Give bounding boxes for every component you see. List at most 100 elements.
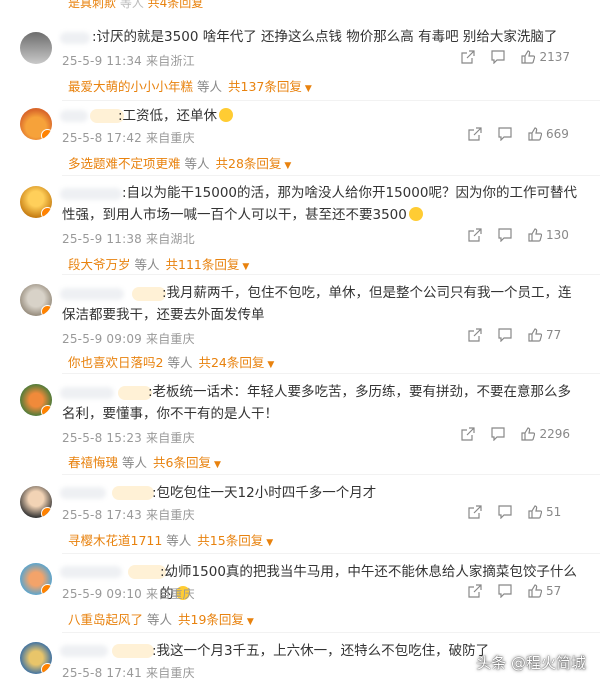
like-button[interactable]: 2296: [521, 427, 570, 441]
reply-user-name[interactable]: 是真刺欺: [68, 0, 116, 10]
reply-etc: 等人: [134, 257, 160, 272]
reply-count[interactable]: 共15条回复: [197, 533, 263, 548]
comment-meta: 25-5-8 17:42 来自重庆: [62, 131, 195, 145]
reply-link[interactable]: 春禧悔瑰 等人 共6条回复 ▼: [68, 452, 221, 471]
chevron-down-icon: ▼: [304, 84, 312, 94]
share-icon: [468, 127, 482, 141]
comment-meta: 25-5-8 17:41 来自重庆: [62, 666, 195, 680]
reply-user-name[interactable]: 最爱大萌的小小小年糕: [68, 79, 193, 94]
comment-text: :工资低，还单休: [118, 105, 580, 127]
verified-badge-icon: [41, 507, 52, 518]
share-button[interactable]: [468, 127, 482, 141]
avatar[interactable]: [20, 563, 52, 595]
avatar[interactable]: [20, 642, 52, 674]
reply-link[interactable]: 你也喜欢日落吗2 等人 共24条回复 ▼: [68, 352, 274, 371]
reply-link[interactable]: 段大爷万岁 等人 共111条回复 ▼: [68, 254, 249, 273]
reply-link-top[interactable]: 是真刺欺 等人 共4条回复: [68, 0, 203, 11]
comment-text: :讨厌的就是3500 啥年代了 还挣这么点钱 物价那么高 有毒吧 别给大家洗脑了: [92, 29, 558, 45]
comment-actions: 57: [452, 584, 570, 598]
reply-user-name[interactable]: 寻樱木花道1711: [68, 533, 162, 548]
share-icon: [468, 328, 482, 342]
comment-icon: [491, 50, 506, 64]
reply-link[interactable]: 多选题难不定项更难 等人 共28条回复 ▼: [68, 153, 291, 172]
avatar[interactable]: [20, 186, 52, 218]
comment-button[interactable]: [498, 328, 512, 342]
comment-text: :幼师1500真的把我当牛马用，中午还不能休息给人家摘菜包饺子什么的: [160, 564, 577, 602]
comment-meta: 25-5-8 15:23 来自重庆: [62, 431, 195, 445]
comment-actions: 669: [452, 127, 570, 141]
thumbs-up-icon: [521, 50, 536, 64]
like-button[interactable]: 2137: [521, 50, 570, 64]
comment-meta: 25-5-9 09:10 来自重庆: [62, 587, 195, 601]
reply-user-name[interactable]: 段大爷万岁: [68, 257, 131, 272]
comment-button[interactable]: [491, 50, 506, 64]
like-count: 57: [546, 584, 562, 598]
comment-icon: [498, 328, 512, 342]
avatar[interactable]: [20, 108, 52, 140]
comment-icon: [491, 427, 506, 441]
chevron-down-icon: ▼: [213, 460, 221, 470]
like-button[interactable]: 130: [528, 228, 570, 242]
comment-button[interactable]: [491, 427, 506, 441]
reply-etc: 等人: [147, 612, 173, 627]
share-button[interactable]: [461, 50, 476, 64]
avatar[interactable]: [20, 32, 52, 64]
share-button[interactable]: [468, 505, 482, 519]
share-button[interactable]: [461, 427, 476, 441]
like-button[interactable]: 57: [528, 584, 570, 598]
share-icon: [468, 228, 482, 242]
divider: [62, 100, 600, 101]
reply-user-name[interactable]: 多选题难不定项更难: [68, 156, 181, 171]
comment-button[interactable]: [498, 584, 512, 598]
divider: [62, 274, 600, 275]
like-button[interactable]: 669: [528, 127, 570, 141]
reply-user-name[interactable]: 春禧悔瑰: [68, 455, 118, 470]
chevron-down-icon: ▼: [242, 262, 250, 272]
reply-user-name[interactable]: 你也喜欢日落吗2: [68, 355, 163, 370]
reply-count[interactable]: 共111条回复: [166, 257, 240, 272]
comment-button[interactable]: [498, 127, 512, 141]
comment-text: :自以为能干15000的活，那为啥没人给你开15000呢？因为你的工作可替代性强…: [62, 185, 577, 223]
reply-user-name[interactable]: 八重岛起风了: [68, 612, 143, 627]
like-count: 2296: [539, 427, 570, 441]
username-redacted[interactable]: [60, 487, 106, 499]
reply-count[interactable]: 共6条回复: [153, 455, 211, 470]
comment-actions: 77: [452, 328, 570, 342]
avatar[interactable]: [20, 284, 52, 316]
thumbs-up-icon: [521, 427, 536, 441]
divider: [62, 373, 600, 374]
thumbs-up-icon: [528, 328, 542, 342]
thumbs-up-icon: [528, 505, 542, 519]
username-redacted[interactable]: [60, 32, 90, 44]
share-button[interactable]: [468, 328, 482, 342]
comment-text: :老板统一话术：年轻人要多吃苦，多历练，要有拼劲，不要在意那么多名利，要懂事，你…: [62, 384, 572, 422]
username-redacted[interactable]: [60, 110, 88, 122]
comment-button[interactable]: [498, 505, 512, 519]
comment-actions: 51: [452, 505, 570, 519]
reply-count[interactable]: 共4条回复: [148, 0, 204, 10]
reply-link[interactable]: 最爱大萌的小小小年糕 等人 共137条回复 ▼: [68, 76, 312, 95]
username-redacted[interactable]: [60, 645, 108, 657]
avatar[interactable]: [20, 486, 52, 518]
reply-count[interactable]: 共19条回复: [178, 612, 244, 627]
divider: [62, 474, 600, 475]
laugh-cry-emoji-icon: [219, 108, 234, 122]
reply-link[interactable]: 八重岛起风了 等人 共19条回复 ▼: [68, 609, 254, 628]
like-button[interactable]: 77: [528, 328, 570, 342]
comment-meta: 25-5-8 17:43 来自重庆: [62, 508, 195, 522]
reply-count[interactable]: 共24条回复: [198, 355, 264, 370]
share-icon: [468, 584, 482, 598]
comment-meta: 25-5-9 09:09 来自重庆: [62, 332, 195, 346]
reply-link[interactable]: 寻樱木花道1711 等人 共15条回复 ▼: [68, 530, 273, 549]
reply-count[interactable]: 共137条回复: [228, 79, 302, 94]
avatar[interactable]: [20, 384, 52, 416]
comment-icon: [498, 127, 512, 141]
share-button[interactable]: [468, 584, 482, 598]
like-count: 77: [546, 328, 562, 342]
share-button[interactable]: [468, 228, 482, 242]
reply-count[interactable]: 共28条回复: [216, 156, 282, 171]
verified-badge-icon: [41, 584, 52, 595]
username-redacted[interactable]: [60, 566, 122, 578]
comment-button[interactable]: [498, 228, 512, 242]
like-button[interactable]: 51: [528, 505, 570, 519]
